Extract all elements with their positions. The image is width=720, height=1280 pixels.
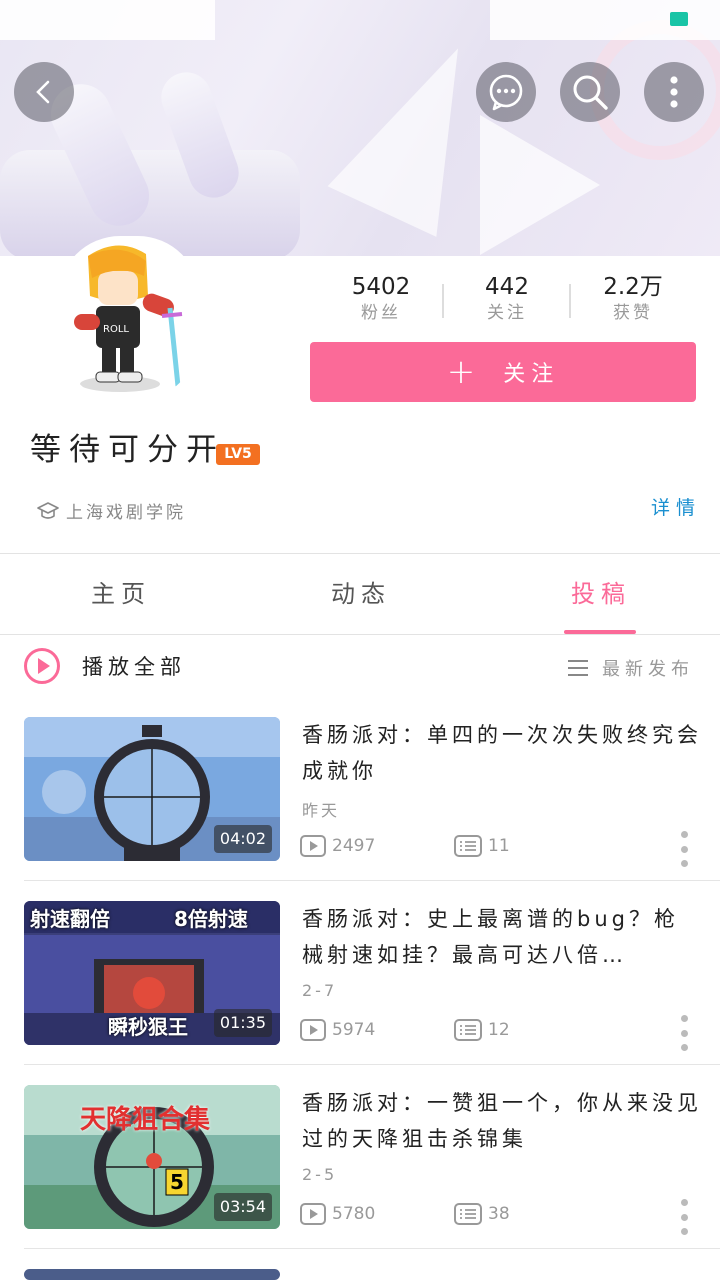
status-notification-icon — [670, 12, 688, 26]
search-icon — [573, 75, 608, 110]
avatar-image: ROLL — [63, 245, 195, 400]
plus-icon: + — [446, 352, 482, 392]
video-title[interactable]: 香肠派对：一赞狙一个，你从来没见过的天降狙击杀锦集 — [302, 1085, 702, 1157]
thumbnail-caption-top: 天降狙合集 — [80, 1105, 211, 1135]
graduation-cap-icon — [37, 501, 59, 519]
stat-value: 442 — [485, 274, 529, 300]
stat-value: 2.2万 — [603, 274, 663, 300]
video-title[interactable]: 香肠派对：单四的一次次失败终究会成就你 — [302, 717, 702, 789]
video-duration: 04:02 — [213, 825, 272, 853]
video-duration: 03:54 — [213, 1193, 272, 1221]
sort-button[interactable]: 最新发布 — [568, 655, 694, 681]
avatar[interactable]: ROLL — [58, 236, 200, 404]
video-more-button[interactable] — [678, 1015, 690, 1051]
stat-fans[interactable]: 5402 粉丝 — [318, 272, 444, 328]
play-count-icon — [300, 835, 326, 857]
row-divider — [24, 1248, 720, 1249]
video-date: 2-7 — [302, 981, 338, 1000]
video-more-button[interactable] — [678, 831, 690, 867]
video-views: 2497 — [300, 835, 375, 857]
stat-value: 5402 — [351, 274, 411, 300]
comment-count: 38 — [488, 1204, 510, 1224]
video-comments: 12 — [454, 1019, 510, 1041]
video-comments: 38 — [454, 1203, 510, 1225]
comment-count-icon — [454, 1203, 482, 1225]
video-thumbnail[interactable]: 射速翻倍 8倍射速 瞬秒狠王 01:35 — [24, 901, 280, 1045]
video-thumbnail[interactable]: 5 天降狙合集 03:54 — [24, 1085, 280, 1229]
video-date: 昨天 — [302, 801, 341, 820]
tab-activity[interactable]: 动态 — [331, 574, 391, 609]
more-vertical-icon — [670, 76, 678, 108]
video-title[interactable]: 香肠派对：史上最离谱的bug？枪械射速如挂？最高可达八倍… — [302, 901, 702, 973]
banner-decoration — [480, 115, 600, 255]
play-all-button[interactable]: 播放全部 — [24, 648, 186, 684]
comment-count: 12 — [488, 1020, 510, 1040]
comment-count: 11 — [488, 836, 510, 856]
video-views: 5974 — [300, 1019, 375, 1041]
video-more-button[interactable] — [678, 1199, 690, 1235]
stat-following[interactable]: 442 关注 — [444, 272, 570, 328]
video-item[interactable]: 04:02 香肠派对：单四的一次次失败终究会成就你 昨天 2497 11 — [0, 717, 720, 901]
back-arrow-icon — [36, 80, 50, 104]
profile-tabs: 主页 动态 投稿 — [0, 554, 720, 634]
view-count: 5780 — [332, 1204, 376, 1224]
play-all-label: 播放全部 — [82, 655, 186, 679]
list-icon — [568, 660, 588, 676]
video-item[interactable] — [0, 1269, 720, 1280]
view-count: 2497 — [332, 836, 376, 856]
stat-divider — [569, 284, 571, 318]
comment-count-icon — [454, 835, 482, 857]
stat-label: 关注 — [487, 303, 527, 323]
comment-count-icon — [454, 1019, 482, 1041]
play-count-icon — [300, 1019, 326, 1041]
row-divider — [24, 880, 720, 881]
view-count: 5974 — [332, 1020, 376, 1040]
video-date: 2-5 — [302, 1165, 338, 1184]
stat-divider — [442, 284, 444, 318]
svg-text:5: 5 — [170, 1170, 184, 1194]
tab-uploads[interactable]: 投稿 — [571, 574, 631, 609]
profile-stats: 5402 粉丝 442 关注 2.2万 获赞 — [318, 272, 698, 328]
profile-banner — [0, 0, 720, 256]
tabs-divider — [0, 634, 720, 635]
level-badge: LV5 — [216, 444, 260, 465]
stat-likes[interactable]: 2.2万 获赞 — [570, 272, 696, 328]
row-divider — [24, 1064, 720, 1065]
follow-button[interactable]: + 关注 — [310, 342, 696, 402]
back-button[interactable] — [14, 62, 74, 122]
video-comments: 11 — [454, 835, 510, 857]
sort-label: 最新发布 — [602, 659, 694, 680]
school-name: 上海戏剧学院 — [66, 503, 186, 523]
thumbnail-caption-left: 射速翻倍 — [30, 907, 110, 931]
video-thumbnail[interactable]: 04:02 — [24, 717, 280, 861]
stat-label: 获赞 — [613, 303, 653, 323]
video-duration: 01:35 — [213, 1009, 272, 1037]
thumbnail-caption-right: 8倍射速 — [174, 907, 248, 931]
detail-link[interactable]: 详情 — [651, 493, 701, 520]
school-info: 上海戏剧学院 — [36, 498, 186, 523]
play-circle-icon — [24, 648, 60, 684]
thumbnail-caption-bottom: 瞬秒狠王 — [108, 1015, 188, 1039]
status-bar-area — [0, 0, 215, 40]
video-thumbnail[interactable] — [24, 1269, 280, 1280]
more-button[interactable] — [644, 62, 704, 122]
tab-home[interactable]: 主页 — [91, 574, 151, 609]
stat-label: 粉丝 — [361, 303, 401, 323]
username: 等待可分开 — [30, 432, 225, 468]
message-button[interactable] — [476, 62, 536, 122]
svg-text:ROLL: ROLL — [103, 324, 129, 335]
video-views: 5780 — [300, 1203, 375, 1225]
video-item[interactable]: 5 天降狙合集 03:54 香肠派对：一赞狙一个，你从来没见过的天降狙击杀锦集 … — [0, 1085, 720, 1269]
follow-label: 关注 — [503, 362, 560, 387]
chat-bubble-icon — [489, 74, 523, 111]
video-item[interactable]: 射速翻倍 8倍射速 瞬秒狠王 01:35 香肠派对：史上最离谱的bug？枪械射速… — [0, 901, 720, 1085]
play-count-icon — [300, 1203, 326, 1225]
search-button[interactable] — [560, 62, 620, 122]
